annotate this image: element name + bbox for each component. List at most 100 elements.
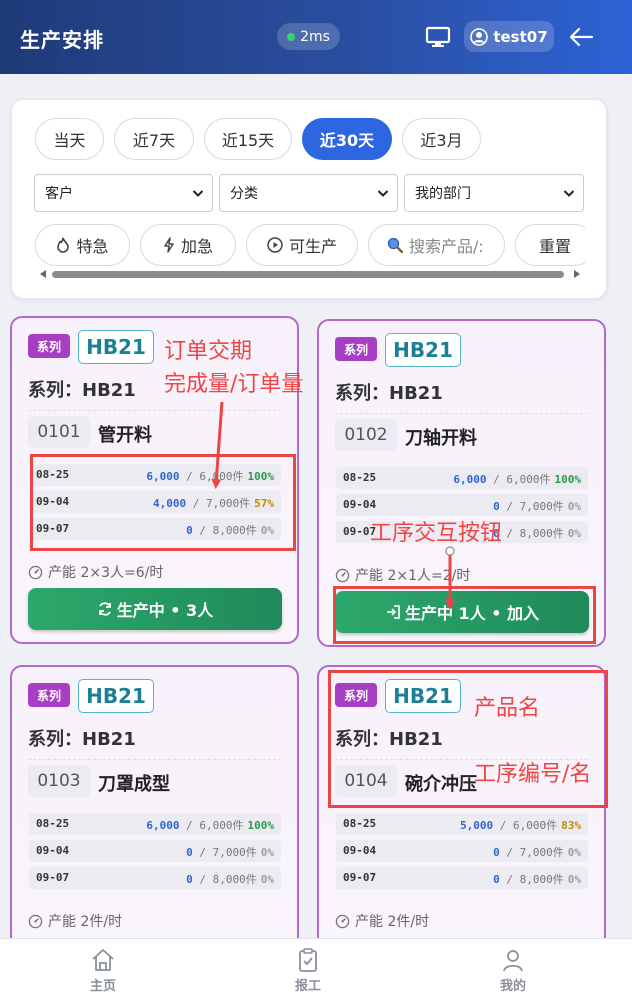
order-due-date: 08-25 xyxy=(343,471,377,484)
annotation-order-due: 订单交期 xyxy=(164,339,253,364)
order-total-qty: 8,000件 xyxy=(519,527,564,540)
customer-select[interactable]: 客户 xyxy=(34,174,213,212)
order-done-qty: 0 xyxy=(493,500,500,513)
order-done-qty: 0 xyxy=(493,873,500,886)
order-progress-pct: 0% xyxy=(567,500,581,513)
order-due-date: 09-04 xyxy=(343,498,377,511)
process-card[interactable]: 系列 HB21 系列：HB21 0103 刀罩成型 08-25 6,000 / … xyxy=(10,665,299,965)
nav-report[interactable]: 报工 xyxy=(268,947,348,994)
product-code: HB21 xyxy=(78,679,154,713)
tab-3months[interactable]: 近3月 xyxy=(402,118,481,160)
bottom-nav: 主页 报工 我的 xyxy=(0,938,632,1006)
department-select-value: 我的部门 xyxy=(415,186,471,202)
order-progress-pct: 83% xyxy=(561,819,581,832)
scroll-left-icon[interactable] xyxy=(40,270,46,278)
tab-7days[interactable]: 近7天 xyxy=(114,118,194,160)
chip-rush[interactable]: 加急 xyxy=(140,224,236,266)
process-code: 0102 xyxy=(335,419,397,451)
page-title: 生产安排 xyxy=(20,28,104,52)
latency-badge: 2ms xyxy=(277,23,340,50)
user-menu-button[interactable]: test07 xyxy=(464,21,554,52)
monitor-icon[interactable] xyxy=(424,26,452,48)
annotation-box-product xyxy=(328,670,608,808)
tab-today[interactable]: 当天 xyxy=(35,118,104,160)
order-row: 08-25 6,000 / 6,000件 100% xyxy=(29,813,281,835)
username: test07 xyxy=(493,27,548,46)
product-code: HB21 xyxy=(78,330,154,364)
order-progress-pct: 0% xyxy=(260,873,274,886)
arrow-left-icon[interactable] xyxy=(568,26,594,48)
nav-home[interactable]: 主页 xyxy=(63,947,143,994)
order-progress-pct: 100% xyxy=(554,473,582,486)
divider xyxy=(28,410,281,411)
chip-urgent[interactable]: 特急 xyxy=(35,224,130,266)
tab-30days[interactable]: 近30天 xyxy=(302,118,392,160)
capacity-text: 产能 2件/时 xyxy=(355,914,430,930)
capacity-text: 产能 2×1人=2/时 xyxy=(355,568,471,584)
scrollbar-thumb[interactable] xyxy=(52,271,564,278)
chip-producible[interactable]: 可生产 xyxy=(246,224,358,266)
chip-rush-label: 加急 xyxy=(180,237,213,256)
gauge-icon xyxy=(335,914,350,928)
category-select-value: 分类 xyxy=(230,186,258,202)
gauge-icon xyxy=(335,568,350,582)
department-select[interactable]: 我的部门 xyxy=(404,174,584,212)
user-icon xyxy=(470,27,489,46)
chip-urgent-label: 特急 xyxy=(76,237,109,256)
category-select[interactable]: 分类 xyxy=(219,174,398,212)
reset-button[interactable]: 重置 xyxy=(515,224,585,266)
order-due-date: 08-25 xyxy=(36,817,70,830)
order-done-qty: 0 xyxy=(493,846,500,859)
capacity-info: 产能 2×1人=2/时 xyxy=(335,565,470,585)
order-due-date: 08-25 xyxy=(343,817,377,830)
chip-producible-label: 可生产 xyxy=(288,237,337,256)
order-quantity: 0 / 8,000件 0% xyxy=(493,873,581,886)
process-action-label: 生产中 • 3人 xyxy=(116,601,214,620)
order-due-date: 09-07 xyxy=(343,871,377,884)
product-search-input[interactable]: 搜索产品/: xyxy=(368,224,505,266)
gauge-icon xyxy=(28,914,43,928)
play-circle-icon xyxy=(267,237,283,253)
order-total-qty: 6,000件 xyxy=(513,819,558,832)
nav-report-label: 报工 xyxy=(294,979,321,994)
capacity-text: 产能 2×3人=6/时 xyxy=(48,565,164,581)
order-quantity: 0 / 8,000件 0% xyxy=(186,873,274,886)
process-name: 刀轴开料 xyxy=(405,428,477,449)
nav-mine[interactable]: 我的 xyxy=(473,947,553,994)
order-quantity: 0 / 7,000件 0% xyxy=(493,846,581,859)
series-badge: 系列 xyxy=(28,334,70,358)
process-name: 管开料 xyxy=(98,425,152,446)
order-row: 08-25 5,000 / 6,000件 83% xyxy=(336,813,588,835)
series-badge: 系列 xyxy=(335,337,377,361)
capacity-info: 产能 2×3人=6/时 xyxy=(28,562,163,582)
order-done-qty: 0 xyxy=(186,846,193,859)
product-series: 系列：HB21 xyxy=(28,729,136,750)
order-total-qty: 7,000件 xyxy=(519,846,564,859)
tab-15days[interactable]: 近15天 xyxy=(204,118,292,160)
search-icon xyxy=(387,237,403,253)
chips-scrollbar[interactable] xyxy=(38,268,582,280)
order-list: 08-25 6,000 / 6,000件 100% 09-04 0 / 7,000… xyxy=(29,813,281,894)
quick-filter-chips: 特急 加急 可生产 搜索产品/: 重置 xyxy=(35,224,585,266)
nav-mine-label: 我的 xyxy=(499,979,526,994)
annotation-qty: 完成量/订单量 xyxy=(164,372,304,397)
app-header: 生产安排 2ms test07 xyxy=(0,0,632,74)
chevron-down-icon xyxy=(377,190,389,197)
order-total-qty: 8,000件 xyxy=(519,873,564,886)
gauge-icon xyxy=(28,565,43,579)
refresh-icon xyxy=(98,602,111,616)
divider xyxy=(335,413,588,414)
order-total-qty: 7,000件 xyxy=(519,500,564,513)
chevron-down-icon xyxy=(192,190,204,197)
process-action-button[interactable]: 生产中 • 3人 xyxy=(28,588,282,630)
scroll-right-icon[interactable] xyxy=(574,270,580,278)
bolt-icon xyxy=(164,237,174,253)
order-quantity: 0 / 7,000件 0% xyxy=(186,846,274,859)
latency-value: 2ms xyxy=(300,28,330,45)
order-done-qty: 6,000 xyxy=(146,819,180,832)
clipboard-check-icon xyxy=(299,948,317,972)
order-due-date: 09-04 xyxy=(36,844,70,857)
product-search-placeholder: 搜索产品/: xyxy=(409,237,484,256)
order-progress-pct: 0% xyxy=(260,846,274,859)
order-quantity: 0 / 8,000件 0% xyxy=(493,527,581,540)
